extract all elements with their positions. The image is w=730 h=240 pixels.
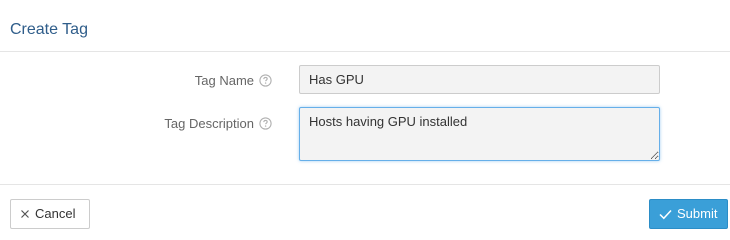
dialog-footer: Cancel Submit <box>0 184 730 238</box>
cancel-button-label: Cancel <box>35 206 76 221</box>
checkmark-icon <box>659 209 672 220</box>
close-icon <box>20 209 30 219</box>
create-tag-dialog: Create Tag Tag Name Tag Description Host… <box>0 0 730 238</box>
question-circle-icon[interactable] <box>259 117 272 130</box>
tag-name-label: Tag Name <box>194 73 254 88</box>
dialog-body: Tag Name Tag Description Hosts having GP… <box>0 52 730 184</box>
submit-button[interactable]: Submit <box>649 199 728 229</box>
cancel-button[interactable]: Cancel <box>10 199 90 229</box>
tag-name-input[interactable] <box>299 65 660 94</box>
dialog-header: Create Tag <box>0 0 730 52</box>
submit-button-label: Submit <box>677 206 718 221</box>
dialog-title: Create Tag <box>10 21 88 38</box>
tag-description-label: Tag Description <box>164 116 254 131</box>
question-circle-icon[interactable] <box>259 74 272 87</box>
tag-description-textarea[interactable]: Hosts having GPU installed <box>299 107 660 161</box>
